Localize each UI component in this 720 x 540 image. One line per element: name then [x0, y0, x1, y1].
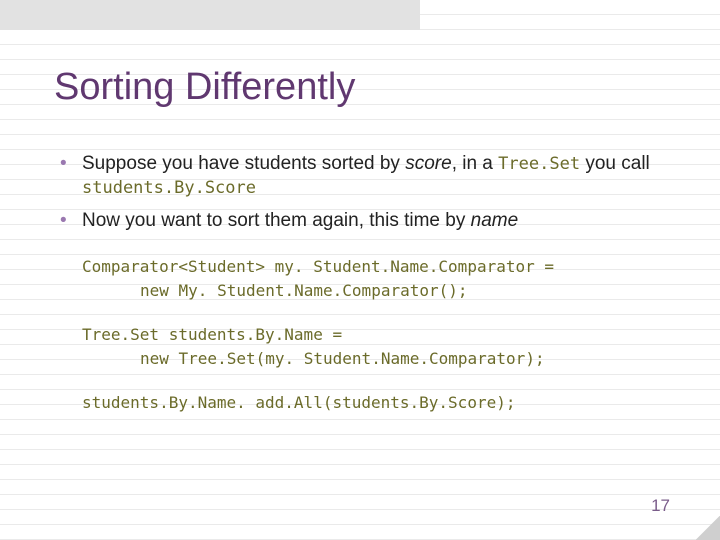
bullet-list: Suppose you have students sorted by scor…: [54, 152, 670, 233]
code-line-1: Comparator<Student> my. Student.Name.Com…: [82, 255, 670, 279]
bullet-1-treeset: Tree.Set: [498, 154, 580, 174]
bullet-2-name: name: [471, 210, 519, 231]
bullet-1-text-b: , in a: [452, 153, 498, 174]
slide-title: Sorting Differently: [54, 68, 670, 108]
code-line-5: students.By.Name. add.All(students.By.Sc…: [82, 391, 670, 415]
bullet-1-text-c: you call: [580, 153, 650, 174]
code-block: Comparator<Student> my. Student.Name.Com…: [54, 255, 670, 415]
page-curl-icon: [696, 516, 720, 540]
bullet-2: Now you want to sort them again, this ti…: [82, 209, 670, 233]
slide-content: Sorting Differently Suppose you have stu…: [0, 0, 720, 415]
bullet-1-text-a: Suppose you have students sorted by: [82, 153, 405, 174]
code-line-3: Tree.Set students.By.Name =: [82, 323, 670, 347]
code-line-4: new Tree.Set(my. Student.Name.Comparator…: [82, 347, 670, 371]
code-line-2: new My. Student.Name.Comparator();: [82, 279, 670, 303]
bullet-2-text-a: Now you want to sort them again, this ti…: [82, 210, 471, 231]
code-stanza-3: students.By.Name. add.All(students.By.Sc…: [82, 391, 670, 415]
code-stanza-2: Tree.Set students.By.Name = new Tree.Set…: [82, 323, 670, 371]
slide-number: 17: [651, 496, 670, 516]
code-stanza-1: Comparator<Student> my. Student.Name.Com…: [82, 255, 670, 303]
bullet-1-score: score: [405, 153, 451, 174]
bullet-1-var: students.By.Score: [82, 178, 256, 198]
bullet-1: Suppose you have students sorted by scor…: [82, 152, 670, 201]
